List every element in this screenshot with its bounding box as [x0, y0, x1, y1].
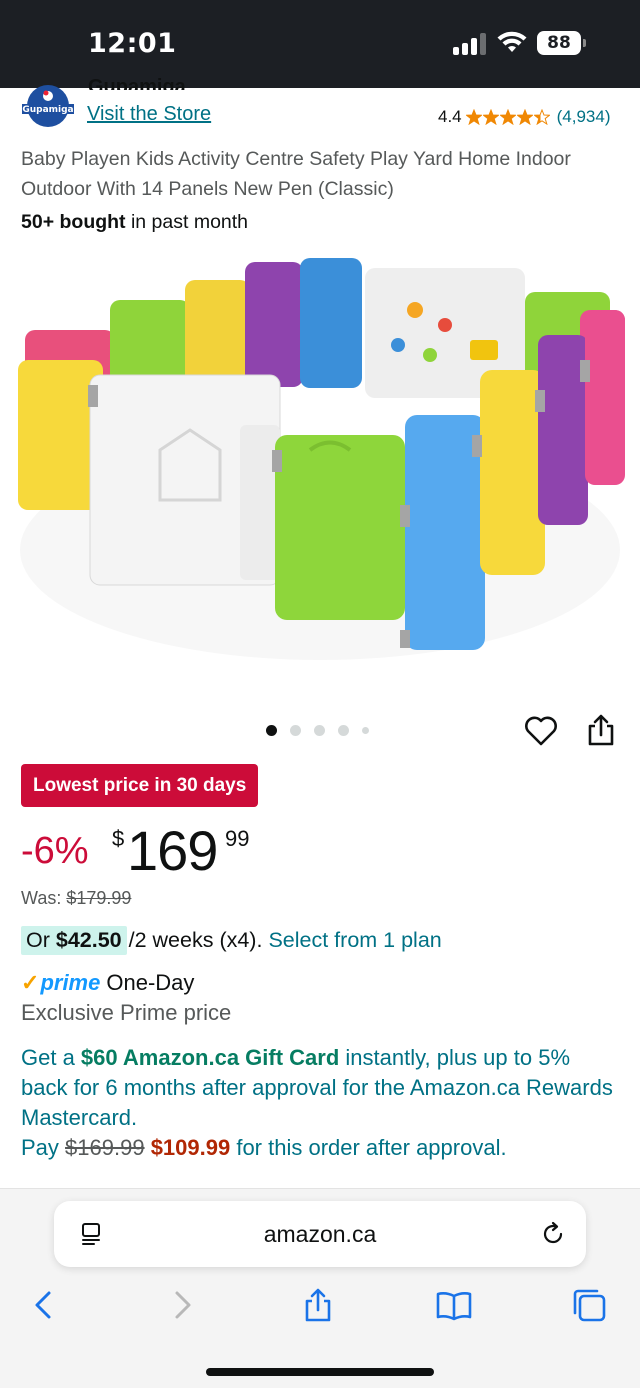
star-icon	[482, 109, 499, 125]
carousel-dot[interactable]	[266, 725, 277, 736]
back-icon[interactable]	[26, 1287, 62, 1323]
bookmarks-icon[interactable]	[436, 1287, 472, 1323]
offer-new-price: $109.99	[150, 1135, 231, 1160]
visit-store-link[interactable]: Visit the Store	[87, 103, 211, 126]
prime-delivery: ✓ prime One-Day	[21, 970, 194, 996]
signal-icon	[453, 33, 489, 55]
rating-count[interactable]: (4,934)	[557, 107, 611, 127]
bought-bold: 50+ bought	[21, 211, 126, 233]
share-sheet-icon[interactable]	[300, 1287, 336, 1323]
address-bar[interactable]: amazon.ca	[54, 1201, 586, 1267]
home-indicator[interactable]	[206, 1368, 434, 1376]
star-icon	[465, 109, 482, 125]
offer-old-price: $169.99	[65, 1135, 145, 1160]
store-logo[interactable]: Gupamiga	[22, 84, 74, 128]
prime-check-icon: ✓	[21, 970, 40, 995]
payment-plan: Or $42.50 /2 weeks (x4). Select from 1 p…	[21, 926, 442, 955]
brand-name[interactable]: Gupamiga	[88, 72, 186, 90]
product-title: Baby Playen Kids Activity Centre Safety …	[21, 148, 571, 200]
star-icon	[499, 109, 516, 125]
star-icon	[516, 109, 533, 125]
logo-text: Gupamiga	[22, 105, 73, 115]
price-currency: $	[112, 826, 125, 851]
share-icon[interactable]	[586, 713, 616, 747]
carousel-dot[interactable]	[362, 727, 369, 734]
rating-value: 4.4	[438, 107, 462, 126]
was-label: Was:	[21, 888, 67, 908]
product-image[interactable]	[10, 250, 630, 680]
exclusive-prime-price: Exclusive Prime price	[21, 1000, 232, 1025]
plan-terms: /2 weeks (x4).	[128, 928, 263, 952]
browser-toolbar: amazon.ca	[0, 1188, 640, 1388]
star-icon	[533, 109, 550, 125]
battery-icon: 88	[537, 31, 586, 55]
carousel-dot[interactable]	[314, 725, 325, 736]
plan-or: Or	[26, 928, 56, 952]
carousel-dot[interactable]	[290, 725, 301, 736]
rating[interactable]: 4.4 (4,934)	[438, 107, 611, 127]
status-time: 12:01	[88, 28, 177, 59]
offer-text-3: Pay	[21, 1135, 66, 1160]
image-carousel-dots[interactable]	[266, 725, 382, 736]
select-plan-link[interactable]: Select from 1 plan	[268, 928, 441, 953]
bought-count: 50+ bought in past month	[21, 211, 248, 234]
forward-icon[interactable]	[164, 1287, 200, 1323]
plan-pill: Or $42.50	[21, 926, 127, 955]
url-text[interactable]: amazon.ca	[54, 1221, 586, 1248]
discount-percent: -6%	[21, 830, 89, 872]
carousel-dot[interactable]	[338, 725, 349, 736]
was-amount: $179.99	[66, 888, 132, 908]
offer-text-4: for this order after approval.	[230, 1135, 507, 1160]
offer-text-1: Get a	[21, 1045, 81, 1070]
gift-card-amount: $60 Amazon.ca Gift Card	[80, 1045, 340, 1070]
plan-amount: $42.50	[55, 928, 122, 952]
price-fraction: 99	[225, 826, 250, 851]
card-offer[interactable]: Get a $60 Amazon.ca Gift Card instantly,…	[21, 1043, 621, 1163]
lowest-price-badge: Lowest price in 30 days	[21, 764, 259, 807]
tabs-icon[interactable]	[571, 1287, 607, 1323]
heart-icon[interactable]	[524, 715, 558, 747]
bought-rest: in past month	[125, 211, 249, 233]
star-rating	[465, 109, 551, 125]
reload-icon[interactable]	[540, 1221, 566, 1247]
prime-delivery-text: One-Day	[106, 970, 195, 995]
price-whole: 169	[127, 819, 218, 882]
prime-logo: prime	[40, 970, 101, 995]
was-price: Was: $179.99	[21, 888, 131, 909]
wifi-icon	[497, 31, 527, 52]
